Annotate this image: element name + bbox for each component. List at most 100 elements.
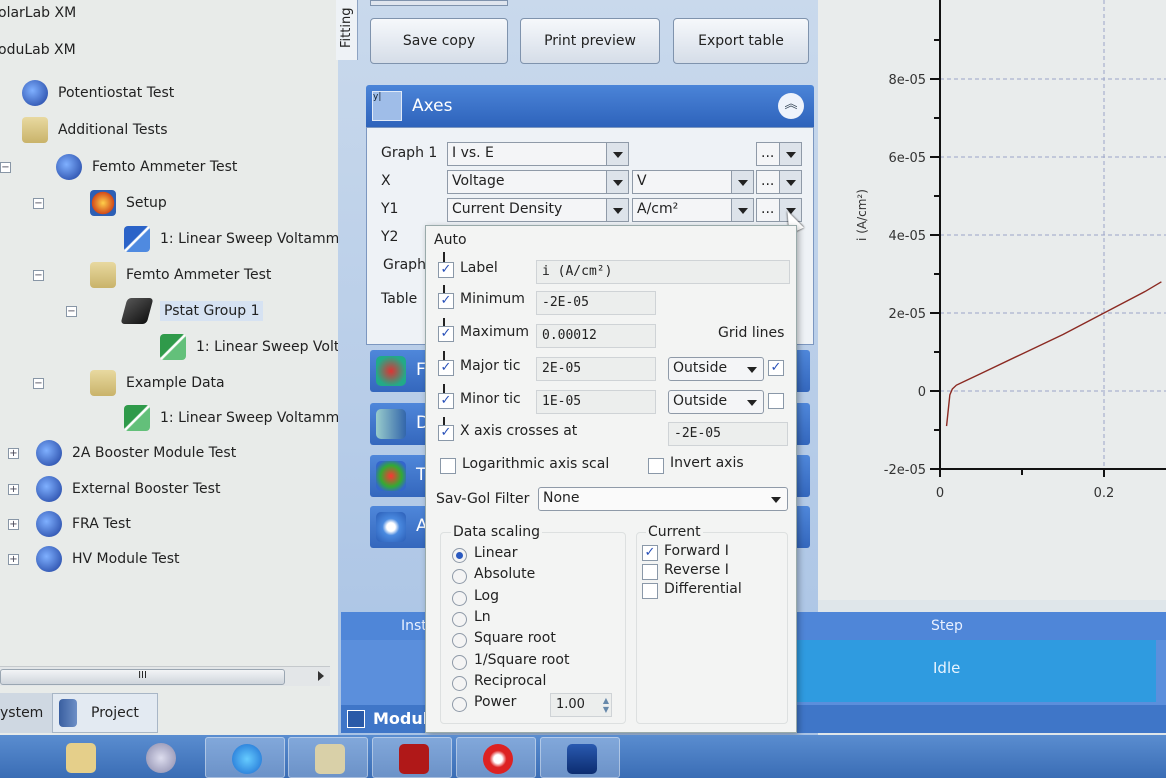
tree-item[interactable]: FRA Test bbox=[36, 511, 131, 537]
export-table-label: Export table bbox=[698, 33, 784, 49]
horizontal-scrollbar[interactable]: III bbox=[0, 666, 330, 686]
scaling-radio[interactable] bbox=[452, 697, 467, 713]
scaling-option-label: Square root bbox=[474, 630, 556, 647]
save-copy-button[interactable]: Save copy bbox=[370, 18, 508, 64]
minimum-input[interactable]: -2E-05 bbox=[536, 291, 656, 315]
print-preview-button[interactable]: Print preview bbox=[520, 18, 660, 64]
collapse-toggle[interactable]: − bbox=[33, 378, 44, 389]
current-checkbox[interactable]: ✓ bbox=[642, 545, 658, 561]
x-options-button[interactable]: ... bbox=[756, 170, 802, 194]
current-title: Current bbox=[646, 524, 703, 540]
scroll-right-arrow[interactable] bbox=[318, 671, 329, 681]
axes-title: Axes bbox=[412, 96, 453, 116]
taskbar-window-button[interactable] bbox=[288, 737, 368, 778]
y1-quantity-select[interactable]: Current Density bbox=[447, 198, 629, 222]
major-tic-input[interactable]: 2E-05 bbox=[536, 357, 656, 381]
taskbar-ie-button[interactable] bbox=[205, 737, 285, 778]
tree-item[interactable]: Femto Ammeter Test bbox=[90, 262, 271, 288]
collapse-button[interactable]: ︽ bbox=[778, 93, 804, 119]
x-quantity-select[interactable]: Voltage bbox=[447, 170, 629, 194]
graph2-label: Graph bbox=[383, 257, 426, 273]
test-globe-icon bbox=[36, 440, 62, 466]
minor-tic-mode-select[interactable]: Outside bbox=[668, 390, 764, 414]
scrollbar-thumb[interactable]: III bbox=[0, 669, 285, 685]
tree-item[interactable]: 1: Linear Sweep Voltammetry bbox=[124, 226, 367, 252]
axes-panel-header[interactable]: y| Axes ︽ bbox=[366, 85, 814, 127]
tree-item[interactable]: Pstat Group 1 bbox=[120, 298, 264, 324]
y1-unit-select[interactable]: A/cm² bbox=[632, 198, 754, 222]
minimum-auto-checkbox[interactable]: ✓ bbox=[438, 293, 454, 309]
scaling-radio[interactable] bbox=[452, 611, 467, 627]
tree-item[interactable]: Setup bbox=[90, 190, 167, 216]
test-globe-icon bbox=[36, 476, 62, 502]
expand-toggle[interactable]: + bbox=[8, 448, 19, 459]
savgol-select[interactable]: None bbox=[538, 487, 788, 511]
log-scale-checkbox[interactable] bbox=[440, 458, 456, 474]
tab-fitting-label: Fitting bbox=[339, 7, 354, 48]
major-tic-auto-checkbox[interactable]: ✓ bbox=[438, 360, 454, 376]
taskbar-acrobat-button[interactable] bbox=[372, 737, 452, 778]
tree-item[interactable]: Example Data bbox=[90, 370, 225, 396]
taskbar-xm-studio-button[interactable] bbox=[540, 737, 620, 778]
tree-item-label: 1: Linear Sweep Voltammetry bbox=[160, 410, 368, 426]
ellipsis: ... bbox=[761, 173, 775, 189]
maximum-input[interactable]: 0.00012 bbox=[536, 324, 656, 348]
export-table-button[interactable]: Export table bbox=[673, 18, 809, 64]
x-axis-crosses-label: X axis crosses at bbox=[460, 423, 578, 439]
tree-item[interactable]: 1: Linear Sweep Voltammetry bbox=[124, 405, 367, 431]
collapse-toggle[interactable]: − bbox=[0, 162, 11, 173]
expand-toggle[interactable]: + bbox=[8, 554, 19, 565]
invert-axis-label: Invert axis bbox=[670, 455, 744, 471]
spinner-arrows-icon[interactable]: ▲ ▼ bbox=[603, 696, 609, 714]
log-scale-label: Logarithmic axis scal bbox=[462, 456, 610, 472]
current-checkbox[interactable] bbox=[642, 583, 658, 599]
scaling-radio[interactable] bbox=[452, 654, 467, 670]
tab-system[interactable]: ystem bbox=[0, 693, 52, 733]
graph-options-button[interactable]: ... bbox=[756, 142, 802, 166]
tree-item[interactable]: HV Module Test bbox=[36, 546, 179, 572]
tree-item[interactable]: 2A Booster Module Test bbox=[36, 440, 236, 466]
x-tick-label: 0 bbox=[936, 486, 944, 501]
x-axis-crosses-input[interactable]: -2E-05 bbox=[668, 422, 788, 446]
label-input[interactable]: i (A/cm²) bbox=[536, 260, 790, 284]
expand-toggle[interactable]: + bbox=[8, 519, 19, 530]
invert-axis-checkbox[interactable] bbox=[648, 458, 664, 474]
tree-item-label: Pstat Group 1 bbox=[160, 301, 264, 321]
tree-item[interactable]: Potentiostat Test bbox=[22, 80, 174, 106]
y-tick-label: 0 bbox=[918, 385, 926, 400]
power-spinner[interactable]: 1.00 ▲ ▼ bbox=[550, 693, 612, 717]
tab-fitting[interactable]: Fitting bbox=[336, 0, 358, 60]
tab-project[interactable]: Project bbox=[52, 693, 158, 733]
graph-select[interactable]: I vs. E bbox=[447, 142, 629, 166]
x-unit-select[interactable]: V bbox=[632, 170, 754, 194]
current-checkbox[interactable] bbox=[642, 564, 658, 580]
label-auto-checkbox[interactable]: ✓ bbox=[438, 262, 454, 278]
scaling-radio[interactable] bbox=[452, 675, 467, 691]
collapse-toggle[interactable]: − bbox=[33, 270, 44, 281]
x-axis-crosses-checkbox[interactable]: ✓ bbox=[438, 425, 454, 441]
tree-item[interactable]: Additional Tests bbox=[22, 117, 168, 143]
chevron-down-icon bbox=[731, 171, 753, 193]
minor-tic-input[interactable]: 1E-05 bbox=[536, 390, 656, 414]
maximum-auto-checkbox[interactable]: ✓ bbox=[438, 326, 454, 342]
major-tic-mode-select[interactable]: Outside bbox=[668, 357, 764, 381]
collapse-toggle[interactable]: − bbox=[33, 198, 44, 209]
y-axis-label: i (A/cm²) bbox=[855, 189, 869, 241]
tree-item[interactable]: oduLab XM bbox=[0, 42, 76, 58]
expand-toggle[interactable]: + bbox=[8, 484, 19, 495]
tree-item[interactable]: olarLab XM bbox=[0, 5, 76, 21]
collapse-toggle[interactable]: − bbox=[66, 306, 77, 317]
y1-unit: A/cm² bbox=[637, 201, 679, 217]
major-grid-checkbox[interactable]: ✓ bbox=[768, 360, 784, 376]
taskbar-tool-button[interactable] bbox=[120, 737, 200, 778]
minor-tic-auto-checkbox[interactable]: ✓ bbox=[438, 393, 454, 409]
tree-item[interactable]: External Booster Test bbox=[36, 476, 220, 502]
scaling-radio[interactable] bbox=[452, 590, 467, 606]
minor-grid-checkbox[interactable] bbox=[768, 393, 784, 409]
taskbar-security-button[interactable] bbox=[456, 737, 536, 778]
tree-item-label: 1: Linear Sweep Voltammetry bbox=[160, 231, 368, 247]
taskbar-explorer-button[interactable] bbox=[40, 737, 120, 778]
tree-item[interactable]: Femto Ammeter Test bbox=[56, 154, 237, 180]
chevron-down-icon bbox=[731, 199, 753, 221]
scaling-radio[interactable] bbox=[452, 548, 467, 563]
